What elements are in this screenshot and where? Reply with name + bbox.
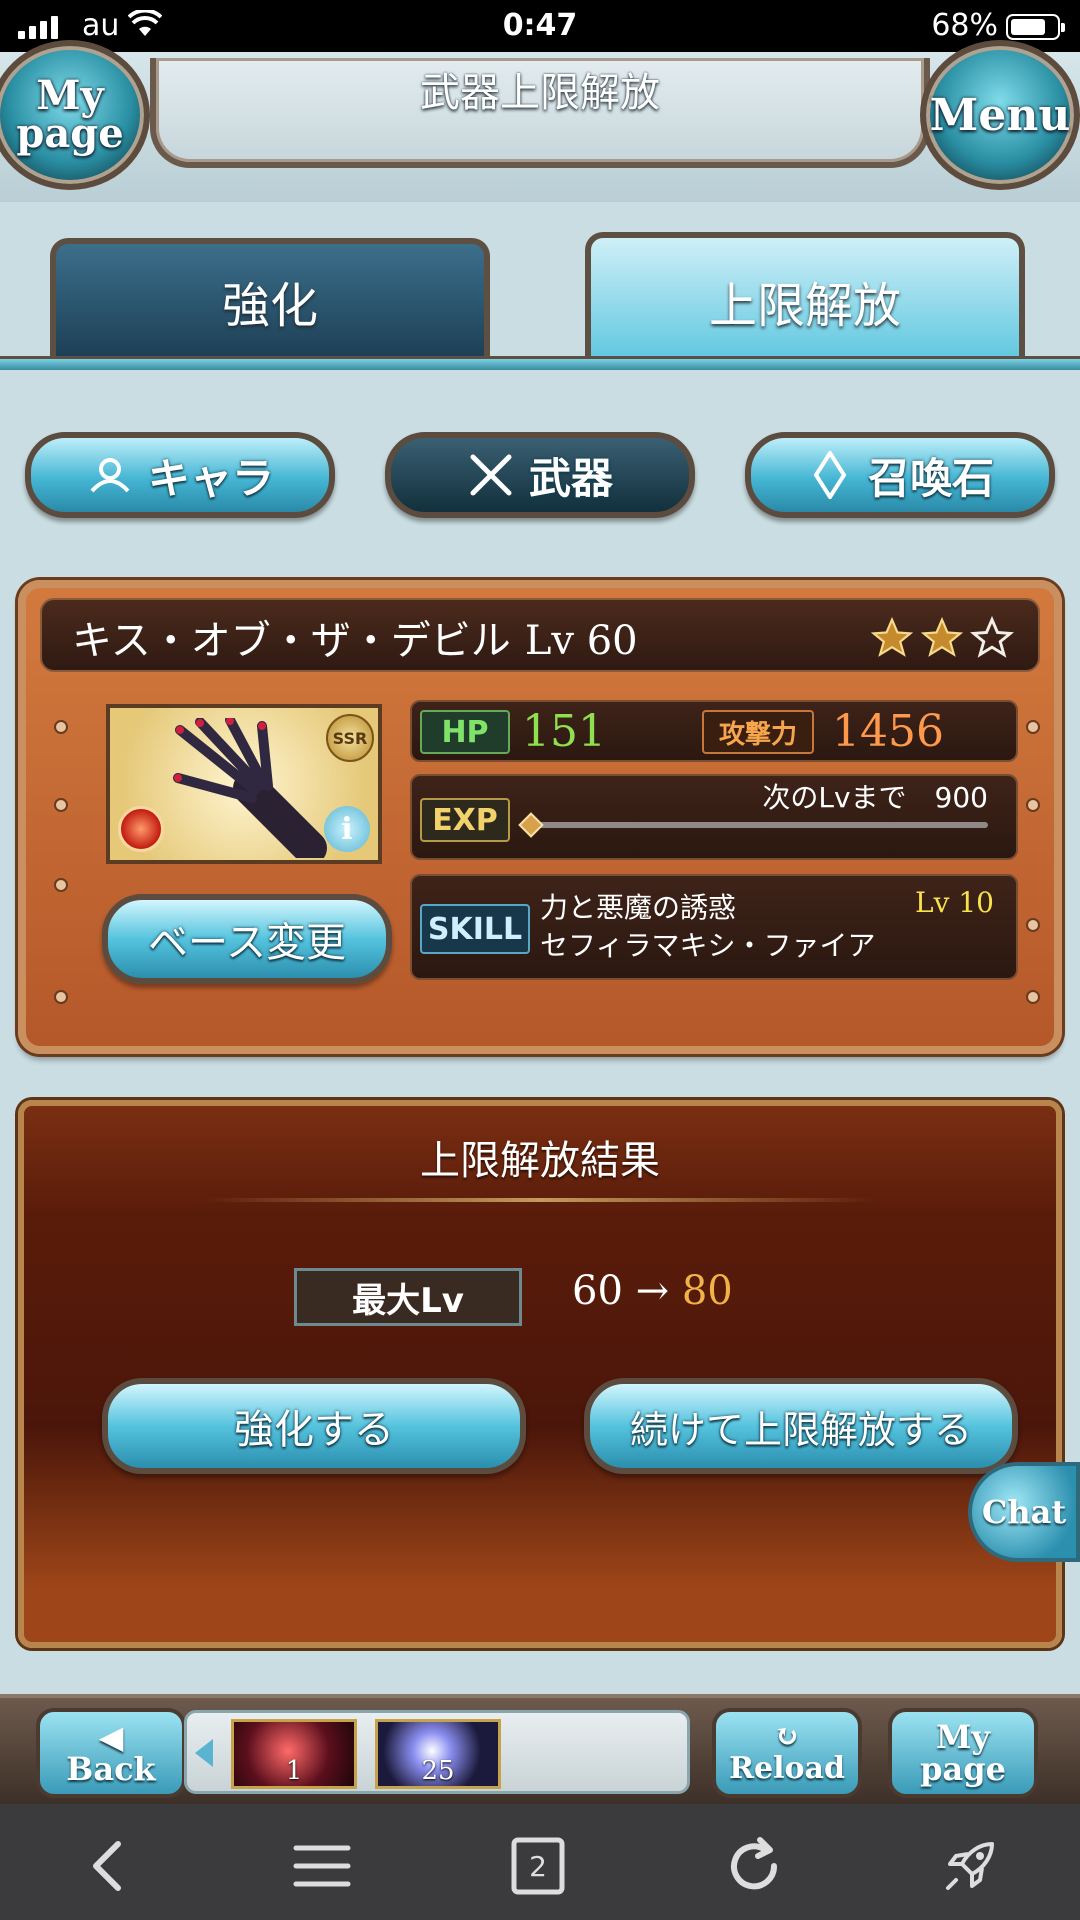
chevron-left-icon[interactable]: [80, 1836, 140, 1896]
item-count: 1: [285, 1756, 303, 1786]
category-weapon-label: 武器: [528, 453, 613, 503]
star-filled-icon: [920, 616, 964, 657]
rivet: [54, 990, 68, 1004]
skill-subname: セフィラマキシ・ファイア: [540, 929, 876, 962]
exp-bar: [528, 822, 988, 828]
skill-label: SKILL: [420, 904, 530, 954]
level-to: 80: [681, 1268, 733, 1314]
rivet: [54, 878, 68, 892]
rivet: [1026, 720, 1040, 734]
atk-value: 1456: [832, 706, 944, 757]
rarity-badge: SSR: [326, 714, 374, 762]
back-arrow-icon: ◀: [98, 1718, 124, 1756]
claw-weapon-icon: [173, 718, 327, 858]
tab-count: 2: [529, 1849, 547, 1883]
base-change-button[interactable]: ベース変更: [102, 894, 392, 984]
enhance-button[interactable]: 強化する: [102, 1378, 526, 1474]
tab-uncap[interactable]: 上限解放: [585, 232, 1025, 364]
fire-element-icon: [118, 806, 164, 852]
menu-label: Menu: [929, 89, 1071, 141]
mypage-bottom-label-line1: My: [935, 1718, 990, 1756]
exp-label: EXP: [420, 798, 510, 842]
uncap-stars: [870, 616, 1014, 660]
rivet: [1026, 990, 1040, 1004]
battery-icon: [1006, 14, 1065, 40]
chat-button[interactable]: Chat: [968, 1462, 1080, 1562]
mypage-bottom-label-line2: page: [920, 1750, 1006, 1788]
category-chara-button[interactable]: キャラ: [25, 432, 335, 518]
weapon-panel: キス・オブ・ザ・デビル Lv 60 SSR i HP 151 攻撃力 1456 …: [18, 580, 1062, 1054]
continue-uncap-button[interactable]: 続けて上限解放する: [584, 1378, 1018, 1474]
reload-icon: ↻: [774, 1719, 800, 1754]
battery-percent: 68%: [931, 8, 998, 43]
weapon-name-bar: キス・オブ・ザ・デビル Lv 60: [40, 598, 1040, 672]
game-bottom-bar: ◀ Back 1 25 ↻ Reload My page: [0, 1694, 1080, 1804]
item-tray: 1 25: [184, 1710, 690, 1794]
skill-name: 力と悪魔の誘惑: [540, 891, 737, 924]
weapon-name-line: キス・オブ・ザ・デビル Lv 60: [72, 608, 638, 666]
menu-icon[interactable]: [292, 1836, 352, 1896]
exp-row: EXP 次のLvまで 900: [410, 774, 1018, 860]
reload-button[interactable]: ↻ Reload: [712, 1708, 862, 1798]
browser-toolbar: 2: [0, 1804, 1080, 1920]
category-summon-label: 召喚石: [867, 453, 994, 503]
reload-label: Reload: [729, 1751, 845, 1786]
crystal-icon: [813, 451, 847, 499]
item-slot[interactable]: 1: [231, 1719, 357, 1789]
max-level-label: 最大Lv: [294, 1268, 522, 1326]
weapon-level: Lv 60: [524, 618, 638, 664]
category-chara-label: キャラ: [147, 453, 274, 503]
rocket-icon[interactable]: [940, 1836, 1000, 1896]
level-from: 60: [572, 1268, 623, 1314]
exp-next-text: 次のLvまで 900: [762, 781, 988, 814]
category-summon-button[interactable]: 召喚石: [745, 432, 1055, 518]
level-change: 60 → 80: [572, 1268, 733, 1314]
skill-row: SKILL 力と悪魔の誘惑 セフィラマキシ・ファイア Lv 10: [410, 874, 1018, 980]
category-weapon-button[interactable]: 武器: [385, 432, 695, 518]
result-title: 上限解放結果: [420, 1138, 660, 1184]
item-count: 25: [421, 1756, 455, 1786]
weapon-image[interactable]: SSR i: [106, 704, 382, 864]
menu-button[interactable]: Menu: [920, 40, 1080, 190]
exp-bar-marker: [518, 812, 544, 838]
rivet: [54, 720, 68, 734]
tab-enhance[interactable]: 強化: [50, 238, 490, 358]
tray-left-arrow-icon[interactable]: [195, 1739, 213, 1767]
game-header: 武器上限解放: [0, 52, 1080, 202]
atk-label: 攻撃力: [702, 710, 814, 754]
hp-value: 151: [522, 706, 606, 757]
tabs-button[interactable]: 2: [508, 1836, 568, 1896]
refresh-icon[interactable]: [724, 1836, 784, 1896]
tab-underline: [0, 356, 1080, 370]
clock: 0:47: [502, 8, 578, 43]
mypage-label-line2: page: [16, 110, 124, 157]
back-button[interactable]: ◀ Back: [36, 1708, 186, 1798]
rivet: [54, 798, 68, 812]
rivet: [1026, 918, 1040, 932]
back-label: Back: [66, 1750, 156, 1788]
weapon-name: キス・オブ・ザ・デビル: [72, 618, 511, 664]
divider: [204, 1198, 876, 1202]
star-empty-icon: [970, 616, 1014, 658]
hp-atk-row: HP 151 攻撃力 1456: [410, 700, 1018, 762]
hp-label: HP: [420, 710, 510, 754]
page-title: 武器上限解放: [420, 70, 660, 116]
tab-bar: 強化 上限解放: [0, 202, 1080, 372]
arrow-icon: →: [635, 1268, 670, 1314]
uncap-result-panel: 上限解放結果 最大Lv 60 → 80 強化する 続けて上限解放する: [18, 1100, 1062, 1648]
status-bar: au 0:47 68%: [0, 0, 1080, 52]
info-icon[interactable]: i: [324, 806, 370, 852]
item-slot[interactable]: 25: [375, 1719, 501, 1789]
swords-icon: [470, 454, 512, 496]
chara-icon: [90, 458, 130, 493]
skill-level: Lv 10: [915, 886, 994, 919]
star-filled-icon: [870, 616, 914, 657]
rivet: [1026, 798, 1040, 812]
mypage-bottom-button[interactable]: My page: [888, 1708, 1038, 1798]
